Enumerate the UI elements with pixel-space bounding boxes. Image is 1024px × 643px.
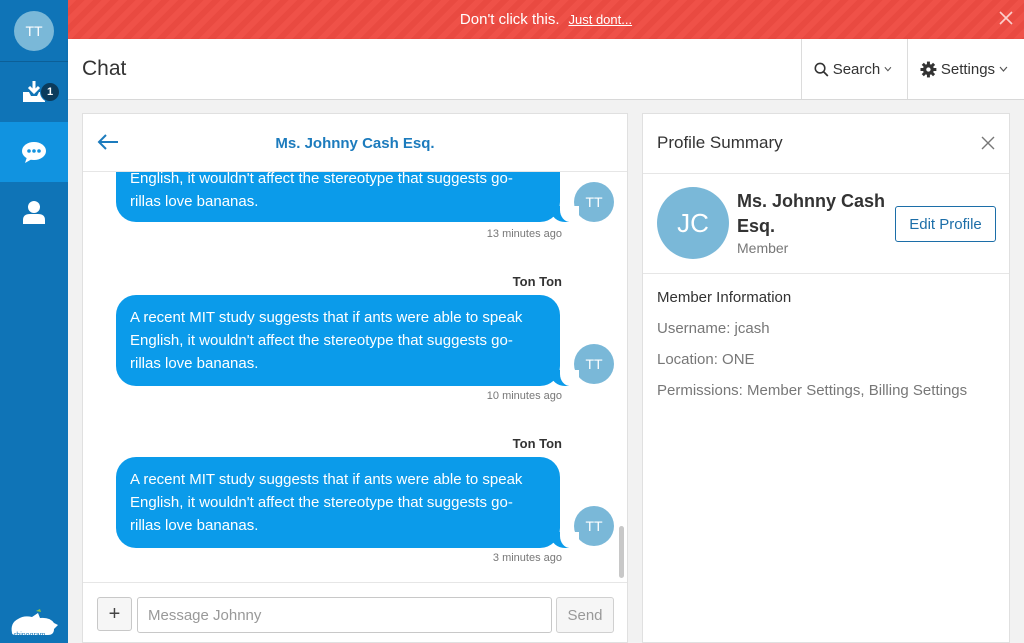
chevron-down-icon <box>999 66 1008 72</box>
message-input[interactable] <box>137 597 552 633</box>
user-avatar[interactable]: TT <box>14 10 54 51</box>
message-sender: Ton Ton <box>512 274 562 289</box>
message-avatar: TT <box>574 344 614 384</box>
message-text-line: English, it wouldn't affect the stereoty… <box>130 494 513 511</box>
message-avatar: TT <box>574 182 614 222</box>
username-line: Username: jcash <box>657 320 770 337</box>
message-time: 13 minutes ago <box>486 228 562 240</box>
message-text-line: English, it wouldn't affect the stereoty… <box>130 172 513 187</box>
message-text-line: English, it wouldn't affect the stereoty… <box>130 332 513 349</box>
chat-bubble-icon <box>22 142 46 163</box>
profile-title: Profile Summary <box>657 133 783 152</box>
chat-panel: Ms. Johnny Cash Esq. English, it wouldn'… <box>82 113 628 643</box>
user-icon <box>23 201 45 224</box>
search-icon <box>814 62 829 77</box>
banner-link[interactable]: Just dont... <box>568 12 632 27</box>
settings-label: Settings <box>940 60 996 78</box>
page-title: Chat <box>82 57 127 80</box>
message-bubble: A recent MIT study suggests that if ants… <box>116 457 579 548</box>
page-header: Chat Search Settings <box>68 39 1024 100</box>
profile-avatar: JC <box>657 187 729 259</box>
logo-text: rhinogram <box>14 632 46 639</box>
chat-header: Ms. Johnny Cash Esq. <box>83 114 627 172</box>
attach-button[interactable]: + <box>97 597 132 631</box>
sidebar-item-inbox[interactable]: 1 <box>0 62 68 122</box>
message-text-line: rillas love bananas. <box>130 193 259 210</box>
message-bubble: A recent MIT study suggests that if ants… <box>116 295 579 386</box>
main-content: Ms. Johnny Cash Esq. English, it wouldn'… <box>68 100 1024 643</box>
message-text-line: A recent MIT study suggests that if ants… <box>130 309 523 326</box>
chat-contact-name: Ms. Johnny Cash Esq. <box>275 135 435 152</box>
message-sender: Ton Ton <box>512 436 562 451</box>
search-button[interactable]: Search <box>801 39 908 99</box>
sidebar-user[interactable]: TT <box>0 0 68 62</box>
profile-header: Profile Summary <box>643 114 1009 174</box>
message-time: 3 minutes ago <box>492 552 562 564</box>
sidebar-item-contacts[interactable] <box>0 182 68 242</box>
message-text-line: rillas love bananas. <box>130 517 259 534</box>
message-bubble: English, it wouldn't affect the stereoty… <box>116 172 579 222</box>
search-label: Search <box>832 60 881 78</box>
banner-text: Don't click this. <box>459 11 560 28</box>
inbox-badge: 1 <box>40 82 60 102</box>
warning-banner: Don't click this. Just dont... <box>68 0 1024 39</box>
profile-panel: Profile Summary JC Ms. Johnny Cash Esq. … <box>642 113 1010 643</box>
profile-role: Member <box>737 240 789 256</box>
composer: + Send <box>83 582 627 643</box>
message-text-line: rillas love bananas. <box>130 355 259 372</box>
profile-card: JC Ms. Johnny Cash Esq. Member Edit Prof… <box>643 174 1009 274</box>
message-time: 10 minutes ago <box>486 390 562 402</box>
gear-icon <box>920 61 937 77</box>
send-button[interactable]: Send <box>556 597 614 633</box>
scrollbar[interactable] <box>619 526 624 578</box>
settings-button[interactable]: Settings <box>907 39 1024 99</box>
close-icon[interactable] <box>981 136 995 150</box>
message-avatar: TT <box>574 506 614 546</box>
message-list[interactable]: English, it wouldn't affect the stereoty… <box>83 172 629 582</box>
message-text-line: A recent MIT study suggests that if ants… <box>130 471 523 488</box>
close-icon[interactable] <box>998 10 1014 26</box>
chevron-down-icon <box>884 66 892 72</box>
member-info-title: Member Information <box>657 289 792 306</box>
edit-profile-button[interactable]: Edit Profile <box>895 206 996 242</box>
permissions-line: Permissions: Member Settings, Billing Se… <box>657 382 968 399</box>
sidebar: TT 1 rhinogram <box>0 0 68 643</box>
profile-name: Ms. Johnny Cash Esq. <box>737 191 886 236</box>
location-line: Location: ONE <box>657 351 755 368</box>
sidebar-item-chat[interactable] <box>0 122 68 182</box>
